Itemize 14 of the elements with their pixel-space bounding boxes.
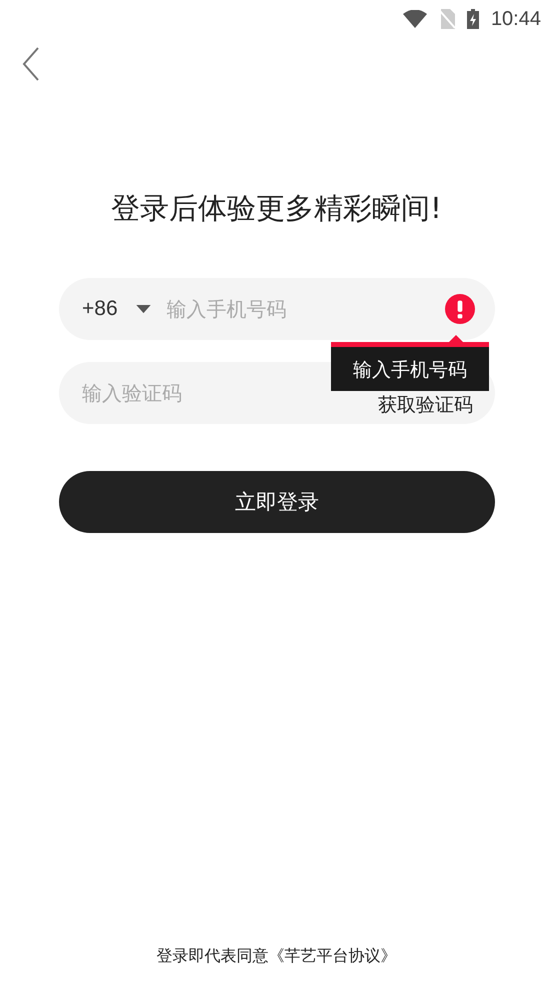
battery-icon [466,9,479,29]
login-button[interactable]: 立即登录 [59,471,495,533]
error-message: 输入手机号码 [353,359,467,381]
agreement-text: 登录即代表同意《芊艺平台协议》 [156,946,398,967]
phone-input[interactable]: 输入手机号码 [166,297,445,321]
get-code-link[interactable]: 获取验证码 [378,392,473,418]
wifi-icon [402,10,427,28]
status-time: 10:44 [490,8,541,30]
dropdown-caret-icon[interactable] [136,304,151,314]
back-icon[interactable] [22,47,40,81]
no-sim-icon [438,9,455,29]
agreement-link[interactable]: 《芊艺平台协议》 [268,946,396,965]
country-code[interactable]: +86 [82,297,118,321]
page-title: 登录后体验更多精彩瞬间! [110,190,443,227]
